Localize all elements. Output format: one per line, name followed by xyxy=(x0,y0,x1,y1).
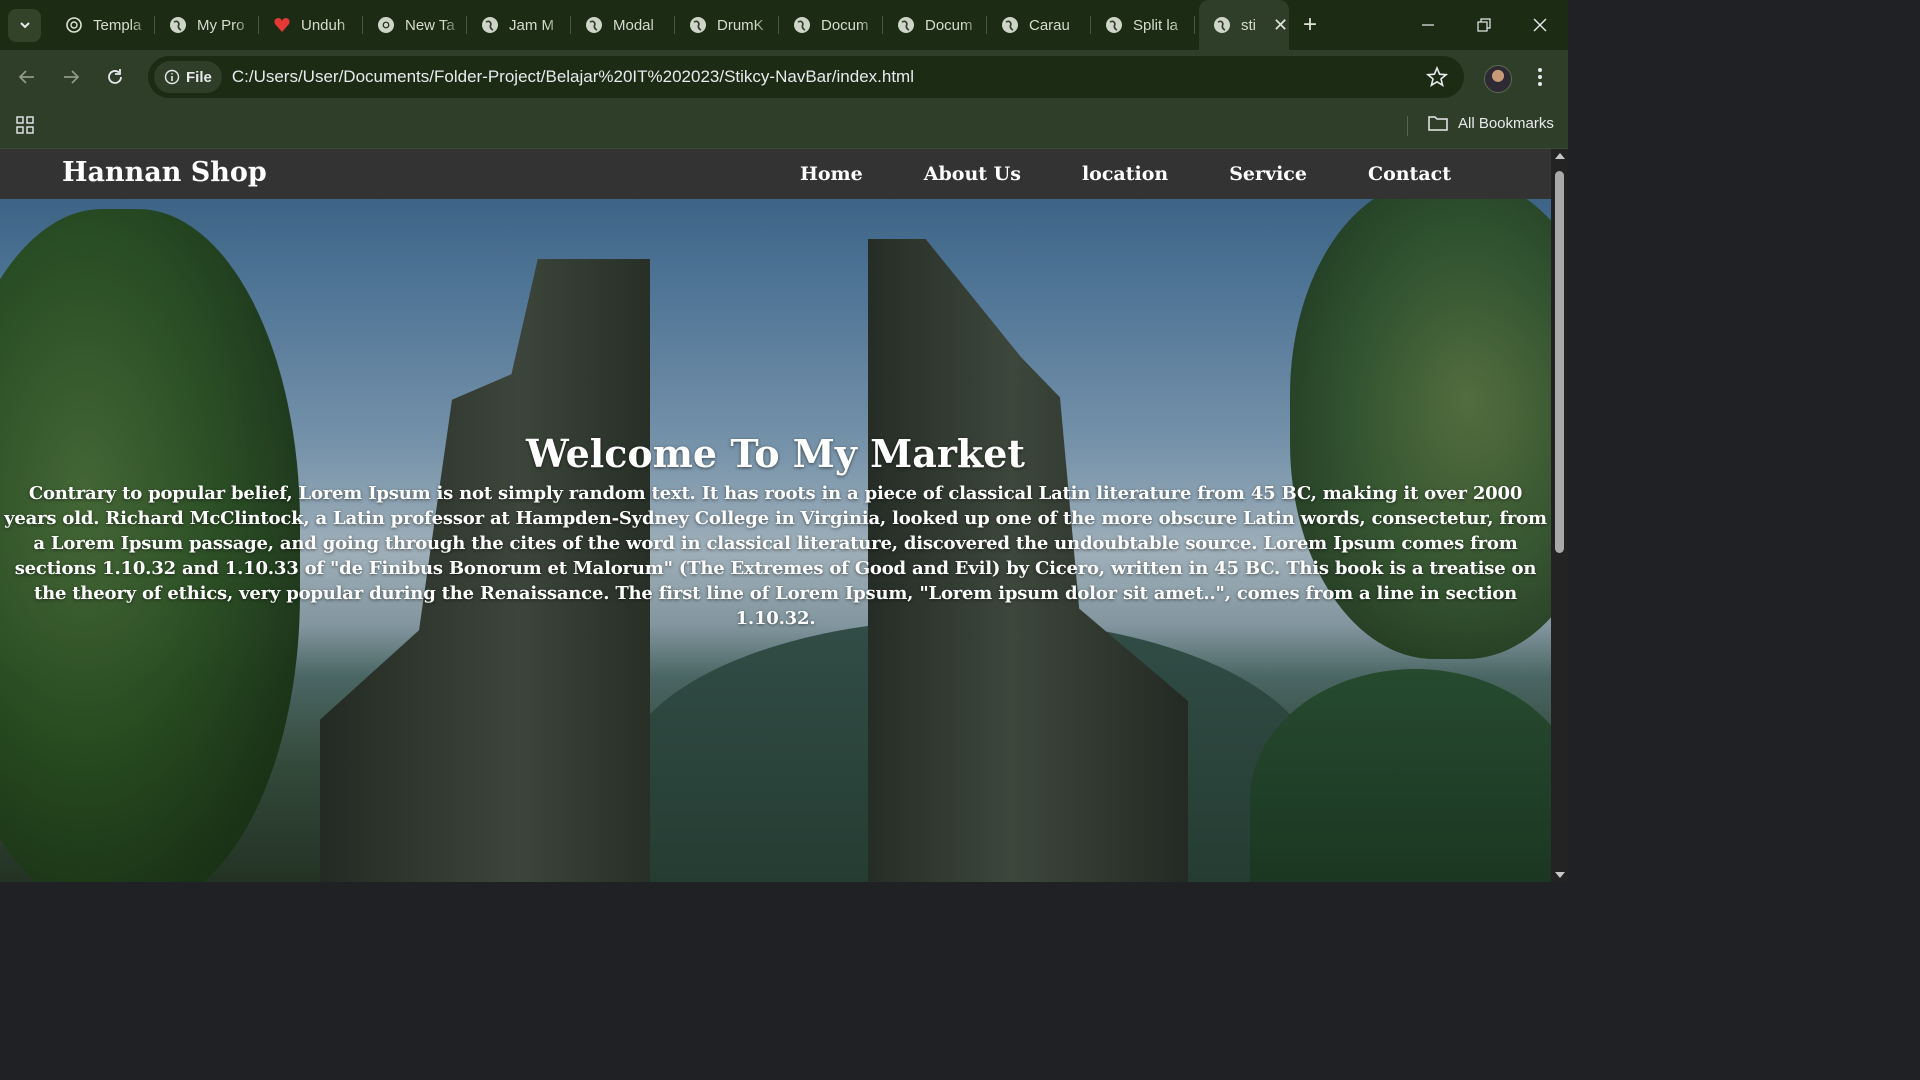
nav-link-about-us[interactable]: About Us xyxy=(924,163,1021,185)
hero-title: Welcome To My Market xyxy=(526,431,1025,476)
globe-icon xyxy=(897,16,915,34)
bookmark-star-icon[interactable] xyxy=(1425,65,1449,93)
arrow-right-icon xyxy=(64,70,80,84)
page-viewport: Welcome To My Market Contrary to popular… xyxy=(0,149,1568,882)
nav-link-home[interactable]: Home xyxy=(800,163,863,185)
reload-button[interactable] xyxy=(93,55,137,99)
tab-title: DrumK xyxy=(717,16,764,34)
chevron-down-icon xyxy=(19,22,30,29)
globe-icon xyxy=(1213,16,1231,34)
tab-9[interactable]: Carau xyxy=(987,0,1091,50)
site-info-label: File xyxy=(186,68,212,86)
close-window-button[interactable] xyxy=(1512,0,1568,50)
scroll-down-arrow-icon[interactable] xyxy=(1555,872,1565,878)
nav-links: Home About Us location Service Contact xyxy=(800,149,1551,199)
globe-icon xyxy=(1105,16,1123,34)
url-text[interactable]: C:/Users/User/Documents/Folder-Project/B… xyxy=(232,67,914,87)
new-tab-button[interactable]: + xyxy=(1303,11,1317,39)
all-bookmarks-button[interactable]: All Bookmarks xyxy=(1428,114,1554,132)
restore-icon xyxy=(1477,18,1491,32)
tab-title: Split la xyxy=(1133,16,1179,34)
openai-icon xyxy=(65,16,83,34)
tab-list: Templa My Pro Unduh New Ta Jam M Modal D… xyxy=(51,0,1317,50)
nav-link-location[interactable]: location xyxy=(1082,163,1168,185)
tab-title: My Pro xyxy=(197,16,245,34)
restore-button[interactable] xyxy=(1456,0,1512,50)
site-info-chip[interactable]: File xyxy=(154,61,222,93)
bookmarks-divider xyxy=(1407,116,1408,136)
profile-avatar[interactable] xyxy=(1484,65,1512,93)
window-controls xyxy=(1400,0,1568,50)
sticky-navbar: Hannan Shop Home About Us location Servi… xyxy=(0,149,1551,199)
tab-10[interactable]: Split la xyxy=(1091,0,1195,50)
globe-icon xyxy=(793,16,811,34)
tab-0[interactable]: Templa xyxy=(51,0,155,50)
hero-paragraph: Contrary to popular belief, Lorem Ipsum … xyxy=(4,483,1547,629)
tab-title: New Ta xyxy=(405,16,455,34)
browser-toolbar: File C:/Users/User/Documents/Folder-Proj… xyxy=(0,50,1568,104)
tab-5[interactable]: Modal xyxy=(571,0,675,50)
reload-icon xyxy=(108,69,122,84)
bookmarks-bar: All Bookmarks xyxy=(0,104,1568,149)
tab-title: Unduh xyxy=(301,16,346,34)
tab-title: Carau xyxy=(1029,16,1070,34)
tab-title: Docum xyxy=(821,16,869,34)
tab-title: sti xyxy=(1241,16,1256,34)
tab-2[interactable]: Unduh xyxy=(259,0,363,50)
address-bar[interactable]: File C:/Users/User/Documents/Folder-Proj… xyxy=(148,56,1464,98)
all-bookmarks-label: All Bookmarks xyxy=(1458,114,1554,132)
tab-title: Templa xyxy=(93,16,142,34)
close-tab-icon[interactable]: ✕ xyxy=(1273,16,1288,34)
tab-search-button[interactable] xyxy=(8,8,41,42)
arrow-left-icon xyxy=(18,70,34,84)
minimize-button[interactable] xyxy=(1400,0,1456,50)
globe-icon xyxy=(169,16,187,34)
more-vert-icon xyxy=(1538,68,1542,86)
tab-1[interactable]: My Pro xyxy=(155,0,259,50)
tab-title: Modal xyxy=(613,16,654,34)
site-brand[interactable]: Hannan Shop xyxy=(62,157,267,188)
forward-button[interactable] xyxy=(49,55,93,99)
tab-active[interactable]: sti ✕ xyxy=(1199,0,1289,50)
scroll-up-arrow-icon[interactable] xyxy=(1555,153,1565,159)
folder-icon xyxy=(1428,116,1448,131)
hero-content: Welcome To My Market Contrary to popular… xyxy=(0,431,1551,631)
browser-tab-strip: Templa My Pro Unduh New Ta Jam M Modal D… xyxy=(0,0,1568,50)
apps-grid-icon[interactable] xyxy=(15,115,35,140)
info-icon xyxy=(164,69,180,85)
tab-4[interactable]: Jam M xyxy=(467,0,571,50)
globe-icon xyxy=(689,16,707,34)
tab-3[interactable]: New Ta xyxy=(363,0,467,50)
nav-link-contact[interactable]: Contact xyxy=(1368,163,1451,185)
tab-title: Docum xyxy=(925,16,973,34)
tab-6[interactable]: DrumK xyxy=(675,0,779,50)
scroll-thumb[interactable] xyxy=(1555,171,1564,553)
tab-8[interactable]: Docum xyxy=(883,0,987,50)
chrome-icon xyxy=(377,16,395,34)
minimize-icon xyxy=(1422,24,1434,26)
nav-link-service[interactable]: Service xyxy=(1229,163,1307,185)
browser-menu-button[interactable] xyxy=(1530,64,1550,95)
close-icon xyxy=(1533,18,1547,32)
globe-icon xyxy=(585,16,603,34)
tab-7[interactable]: Docum xyxy=(779,0,883,50)
heart-icon xyxy=(273,16,291,34)
page-scrollbar[interactable] xyxy=(1551,149,1568,882)
globe-icon xyxy=(481,16,499,34)
globe-icon xyxy=(1001,16,1019,34)
tab-title: Jam M xyxy=(509,16,554,34)
back-button[interactable] xyxy=(5,55,49,99)
